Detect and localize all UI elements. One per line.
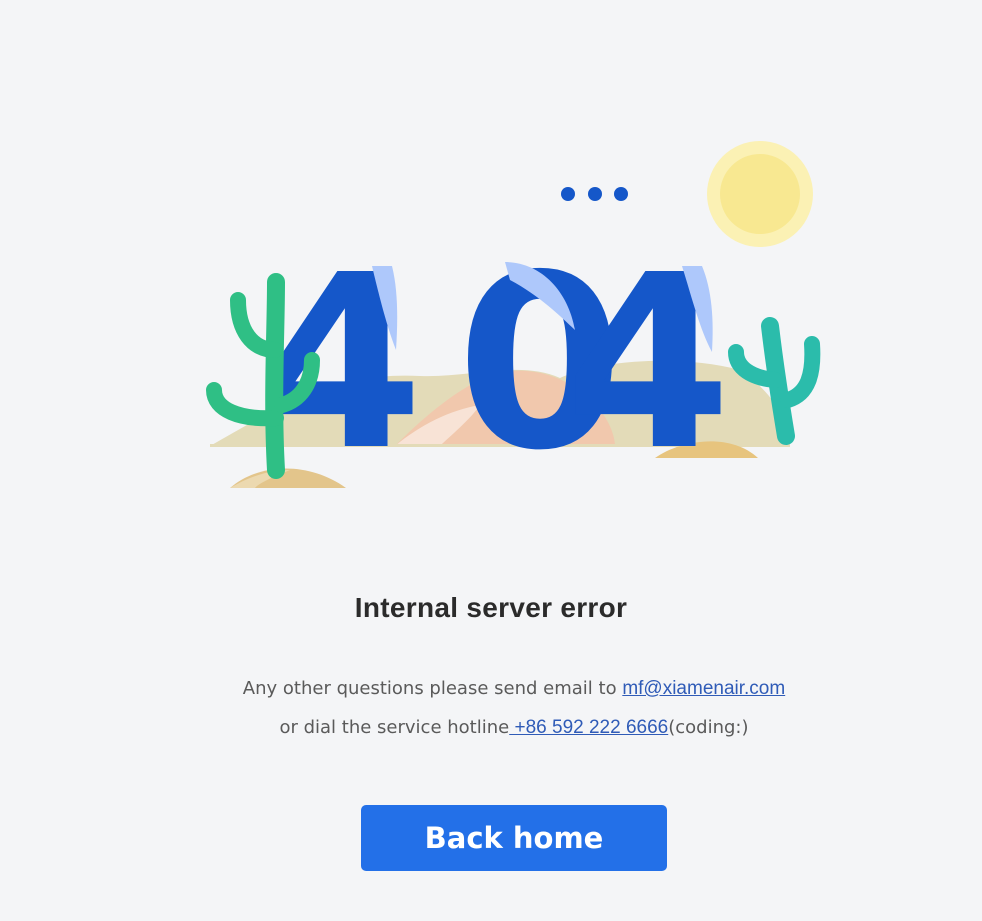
email-prefix: Any other questions please send email to [242,678,623,699]
404-digits: 4 0 4 [257,223,732,503]
error-page: 4 0 4 Internal server error Any other qu… [0,0,982,921]
hotline-prefix: or dial the service hotline [279,717,510,738]
digit-4-right: 4 [565,223,732,503]
404-illustration: 4 0 4 [206,141,821,503]
ellipsis-dots [561,187,628,201]
hotline-link[interactable]: +86 592 222 6666 [509,717,668,738]
email-link[interactable]: mf@xiamenair.com [622,678,785,699]
hotline-suffix: (coding:) [668,717,749,738]
email-message: Any other questions please send email to… [0,678,982,700]
back-home-button[interactable]: Back home [361,805,667,871]
page-title: Internal server error [354,592,628,623]
hotline-message: or dial the service hotline +86 592 222 … [0,717,982,739]
